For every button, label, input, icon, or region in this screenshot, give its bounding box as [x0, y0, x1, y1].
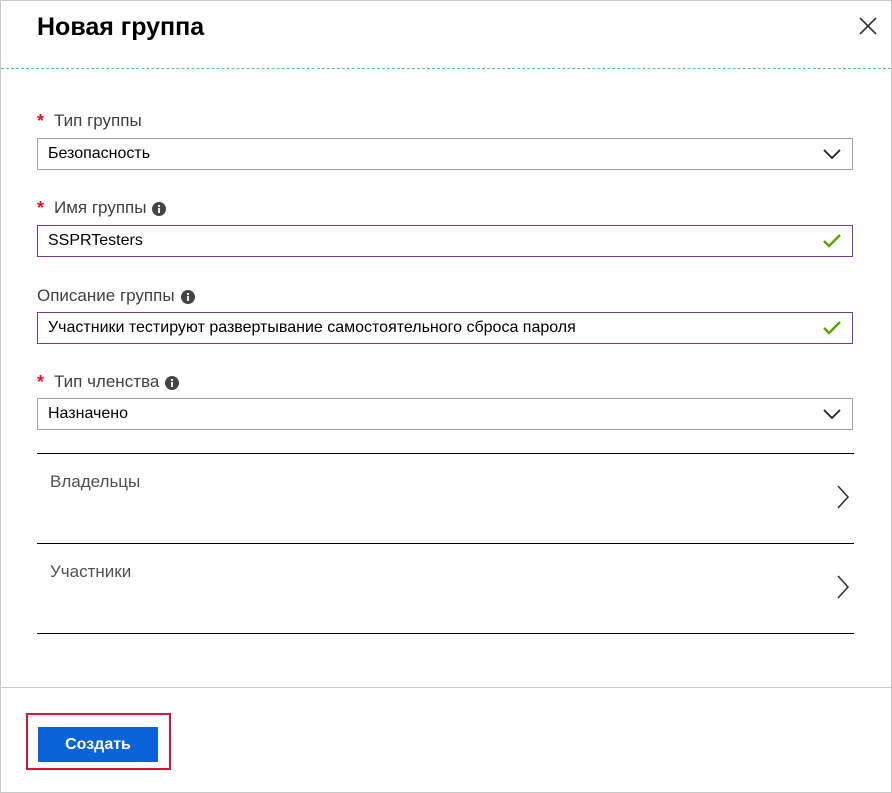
close-icon [859, 17, 877, 35]
check-icon [822, 231, 842, 251]
footer-divider [1, 687, 891, 688]
group-description-label-text: Описание группы [37, 286, 175, 305]
members-label: Участники [50, 562, 132, 581]
group-type-label: * Тип группы [37, 111, 142, 131]
members-nav-item[interactable]: Участники [37, 543, 854, 633]
group-description-input[interactable]: Участники тестируют развертывание самост… [37, 312, 853, 344]
group-name-label: * Имя группы [37, 198, 167, 218]
chevron-down-icon [822, 144, 842, 164]
group-type-value: Безопасность [48, 145, 151, 162]
header-divider [1, 68, 891, 69]
group-type-select[interactable]: Безопасность [37, 138, 853, 170]
required-marker: * [37, 372, 45, 392]
required-marker: * [37, 111, 45, 131]
group-description-label: Описание группы [37, 286, 195, 306]
chevron-right-icon [837, 575, 850, 599]
membership-type-value: Назначено [48, 405, 128, 422]
create-button[interactable]: Создать [38, 727, 158, 762]
required-marker: * [37, 198, 45, 218]
chevron-down-icon [822, 404, 842, 424]
page-title: Новая группа [37, 13, 205, 41]
owners-label: Владельцы [50, 472, 141, 491]
group-description-value: Участники тестируют развертывание самост… [48, 319, 576, 336]
new-group-panel: Новая группа * Тип группы Безопасность *… [0, 0, 892, 793]
membership-type-label-text: Тип членства [54, 372, 160, 391]
check-icon [822, 318, 842, 338]
membership-type-select[interactable]: Назначено [37, 398, 853, 430]
group-name-label-text: Имя группы [54, 198, 147, 217]
group-name-value: SSPRTesters [48, 232, 143, 249]
group-name-input[interactable]: SSPRTesters [37, 225, 853, 257]
info-icon[interactable] [165, 375, 180, 390]
info-icon[interactable] [180, 289, 195, 304]
membership-type-label: * Тип членства [37, 372, 180, 392]
owners-nav-item[interactable]: Владельцы [37, 453, 854, 543]
nav-divider [37, 633, 854, 634]
group-type-label-text: Тип группы [54, 111, 142, 130]
info-icon[interactable] [152, 201, 167, 216]
close-button[interactable] [857, 15, 879, 37]
chevron-right-icon [837, 485, 850, 509]
